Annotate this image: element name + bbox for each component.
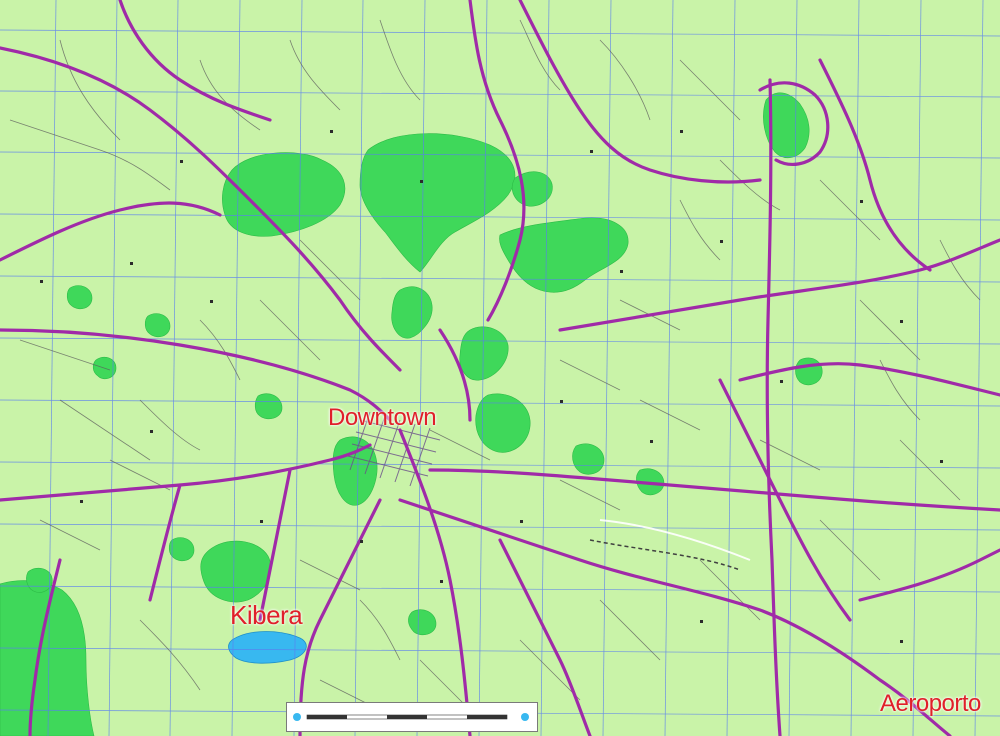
road-langata (298, 498, 382, 736)
road-east-spur (818, 58, 932, 272)
forest-ngong-west (0, 580, 95, 736)
city-map[interactable]: Downtown Kibera Aeroporto (0, 0, 1000, 736)
road-northeast (558, 238, 1000, 332)
road-airport-north (718, 378, 852, 622)
downtown-label: Downtown (328, 404, 437, 431)
road-ngong (0, 443, 372, 502)
forest-small-1 (66, 285, 93, 310)
forest-parklands (391, 286, 433, 339)
forest-small-4 (795, 357, 823, 386)
forest-kibera-south (200, 540, 272, 603)
forest-riverside (511, 171, 553, 207)
road-north-loop (118, 0, 272, 122)
forest-small-2 (144, 313, 171, 338)
karura-forest-west (222, 152, 346, 237)
scale-bar (293, 713, 529, 721)
scale-legend (286, 702, 538, 732)
road-far-east (858, 548, 1000, 602)
road-limuru (0, 46, 402, 372)
aeroporto-label: Aeroporto (880, 690, 981, 717)
road-kiambu (518, 0, 762, 184)
railway-line (589, 539, 741, 571)
forest-arboretum (332, 436, 378, 506)
road-uhuru (398, 428, 472, 736)
road-jogoo (428, 468, 1000, 512)
road-east-loop (738, 362, 1000, 397)
road-mbagathi (258, 468, 292, 622)
forest-small-7 (408, 609, 437, 636)
road-outer-ring (765, 78, 782, 736)
forest-central-park (459, 326, 509, 381)
forest-small-5 (572, 443, 605, 475)
forest-small-8 (168, 537, 195, 562)
kibera-label: Kibera (230, 600, 303, 630)
road-northwest (0, 201, 222, 262)
forest-southwest-patch (26, 567, 53, 593)
map-canvas[interactable] (0, 0, 1000, 736)
forest-small-3 (254, 393, 283, 420)
